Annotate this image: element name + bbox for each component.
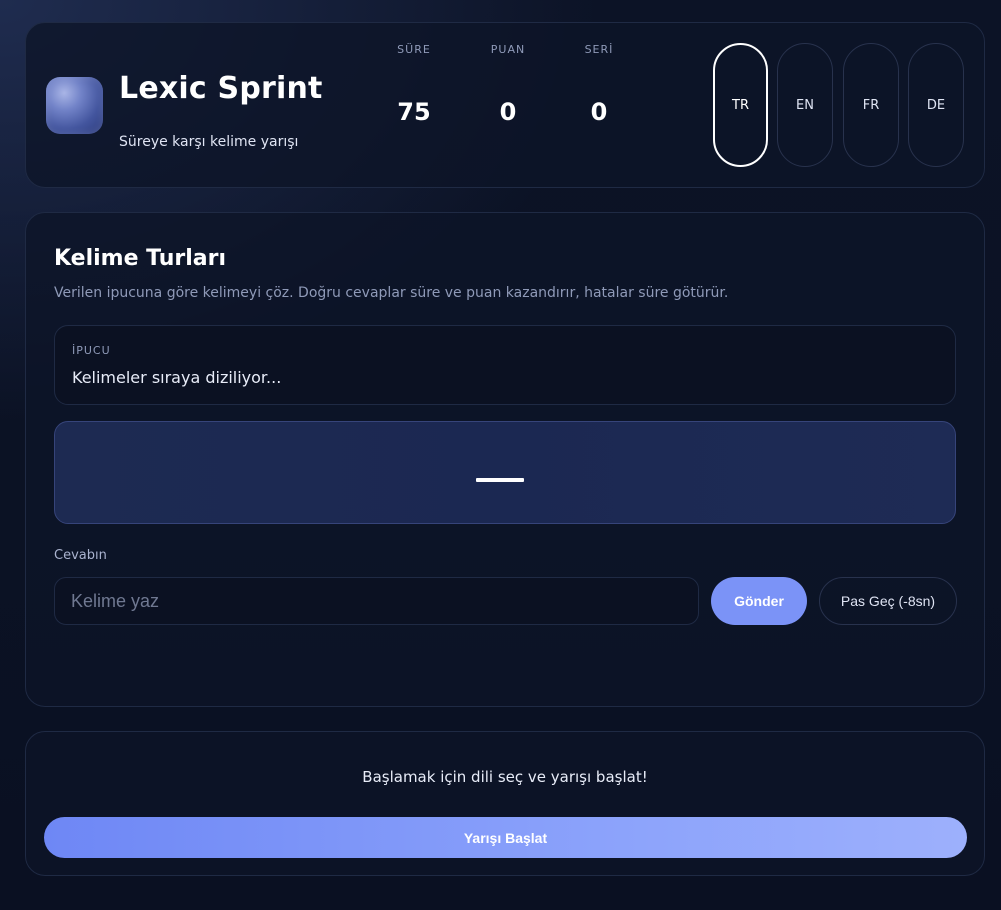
hint-text: Kelimeler sıraya diziliyor...: [72, 368, 282, 387]
language-button-en[interactable]: EN: [777, 43, 833, 167]
stat-streak-value: 0: [590, 98, 608, 126]
word-rounds-panel: Kelime Turları Verilen ipucuna göre keli…: [25, 212, 985, 707]
stat-time: SÜRE 75: [374, 43, 454, 124]
language-button-tr[interactable]: TR: [713, 43, 768, 167]
language-button-de[interactable]: DE: [908, 43, 964, 167]
stat-score-value: 0: [499, 98, 517, 126]
skip-button[interactable]: Pas Geç (-8sn): [819, 577, 957, 625]
section-description: Verilen ipucuna göre kelimeyi çöz. Doğru…: [54, 285, 729, 301]
section-title: Kelime Turları: [54, 246, 227, 271]
start-panel: Başlamak için dili seç ve yarışı başlat!…: [25, 731, 985, 876]
answer-input[interactable]: [54, 577, 699, 625]
stat-streak-label: SERİ: [584, 43, 614, 56]
app-subtitle: Süreye karşı kelime yarışı: [119, 134, 299, 150]
app-logo: [46, 77, 103, 134]
hint-box: İPUCU Kelimeler sıraya diziliyor...: [54, 325, 956, 405]
hint-label: İPUCU: [72, 344, 111, 357]
word-letter-placeholder: [476, 478, 524, 482]
language-button-fr[interactable]: FR: [843, 43, 899, 167]
stat-score-label: PUAN: [490, 43, 526, 56]
start-race-button[interactable]: Yarışı Başlat: [44, 817, 967, 858]
submit-button[interactable]: Gönder: [711, 577, 807, 625]
stat-time-value: 75: [397, 98, 431, 126]
app-title: Lexic Sprint: [119, 71, 323, 106]
stat-time-label: SÜRE: [397, 43, 431, 56]
stat-streak: SERİ 0: [559, 43, 639, 124]
word-display: [54, 421, 956, 524]
answer-label: Cevabın: [54, 548, 107, 563]
header-panel: Lexic Sprint Süreye karşı kelime yarışı …: [25, 22, 985, 188]
start-message: Başlamak için dili seç ve yarışı başlat!: [362, 768, 648, 786]
stat-score: PUAN 0: [468, 43, 548, 124]
